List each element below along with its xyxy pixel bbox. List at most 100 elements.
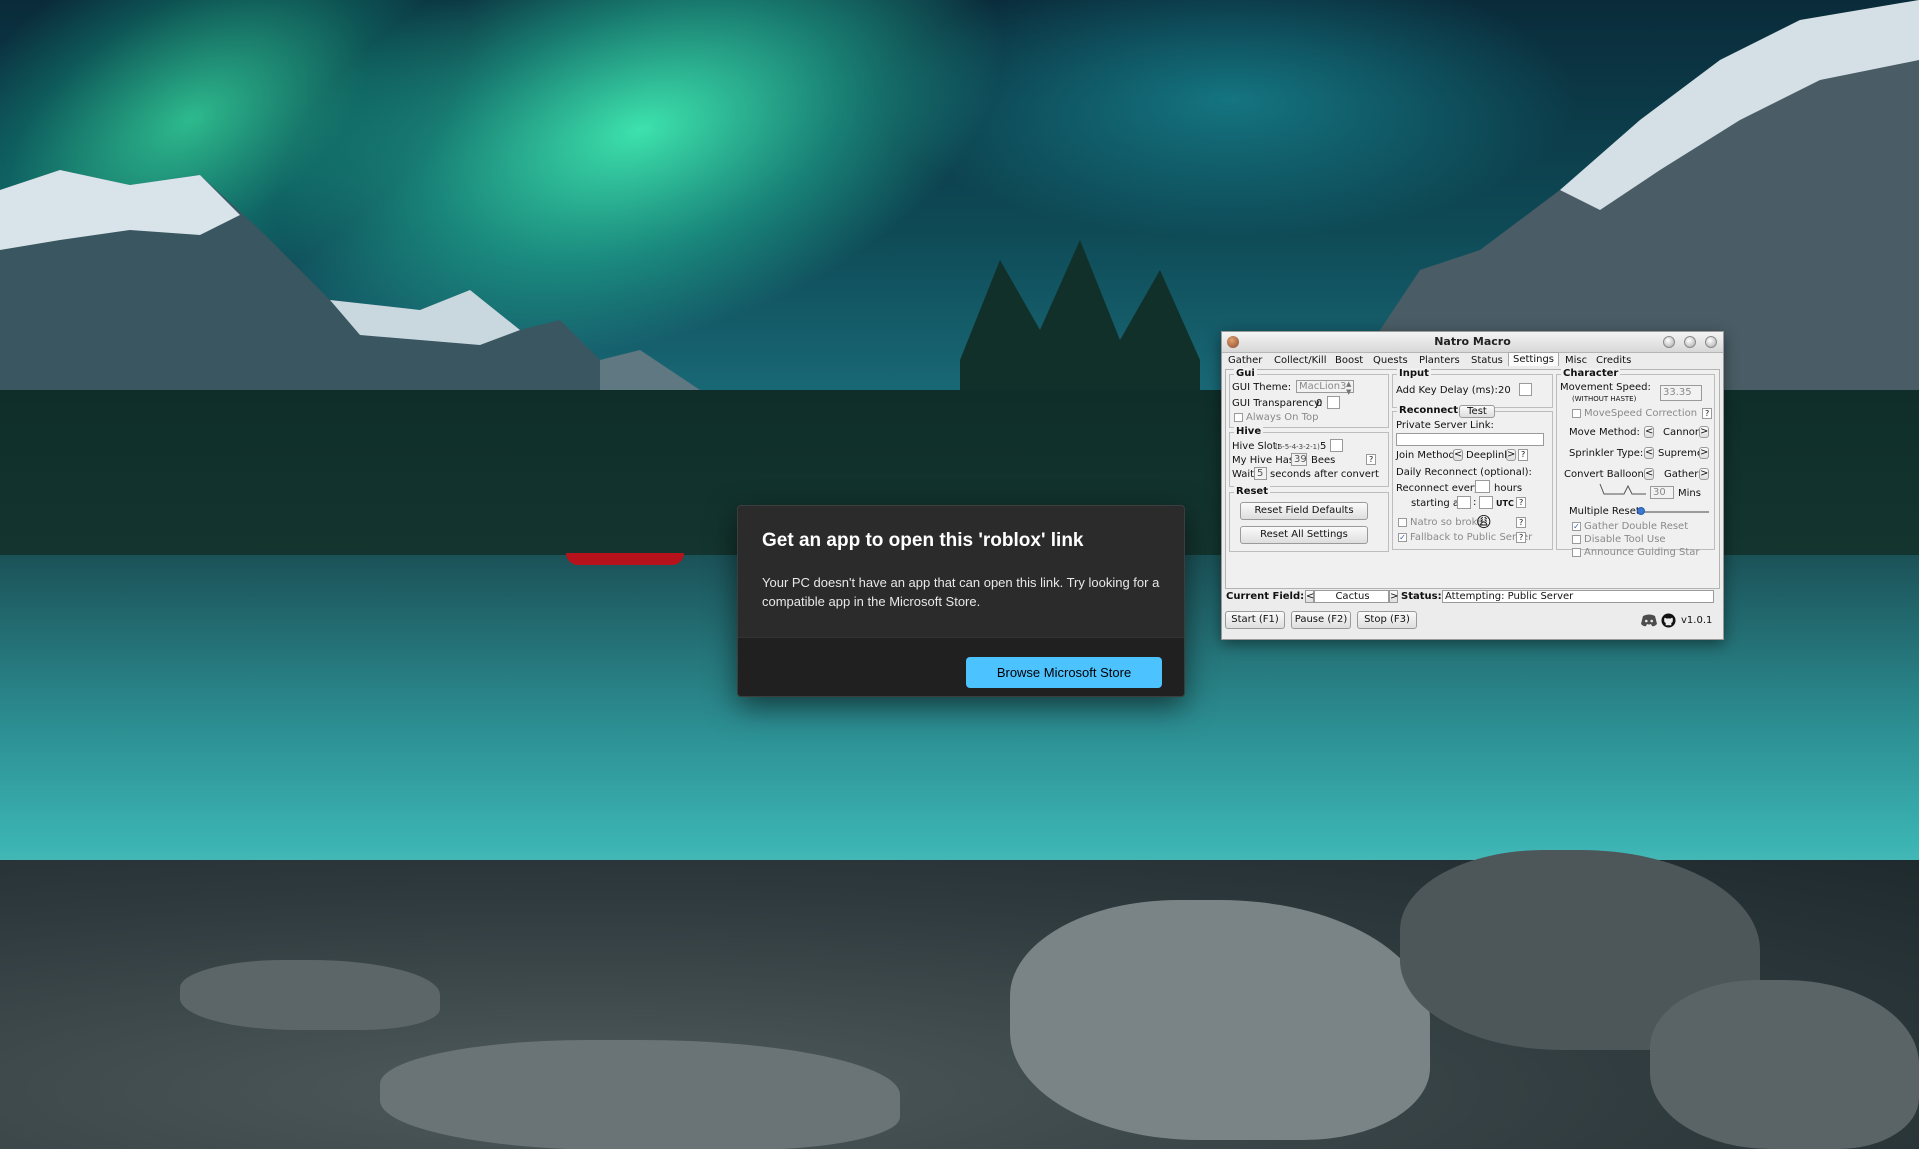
hive-has-label: My Hive Has: [1232,455,1298,466]
movespeed-help-button[interactable]: ? [1702,408,1712,419]
movement-speed-input[interactable]: 33.35 [1660,385,1702,401]
current-field-select[interactable]: Cactus [1314,590,1389,603]
tab-settings[interactable]: Settings [1508,352,1560,366]
hive-bees-label: Bees [1311,455,1336,466]
tab-misc[interactable]: Misc [1565,355,1587,366]
move-method-next-button[interactable]: > [1699,426,1709,438]
start-minute-input[interactable] [1479,496,1493,509]
spin-arrows-icon[interactable]: ▲ ▼ [1346,380,1351,396]
hours-label: hours [1494,483,1523,494]
gui-theme-value: MacLion3 [1299,381,1347,392]
rock [1010,900,1430,1140]
browse-microsoft-store-button[interactable]: Browse Microsoft Store [966,657,1162,688]
window-title: Natro Macro [1434,335,1511,348]
input-group-title: Input [1397,368,1431,379]
tab-gather[interactable]: Gather [1228,355,1262,366]
reconnect-group [1392,411,1553,550]
reconnect-time-help-button[interactable]: ? [1516,497,1526,508]
movespeed-correction-checkbox[interactable] [1572,409,1581,418]
time-colon: : [1473,497,1477,508]
start-button[interactable]: Start (F1) [1225,611,1285,629]
key-delay-value: 20 [1498,385,1511,396]
rock [1650,980,1919,1149]
sprinkler-prev-button[interactable]: < [1644,447,1654,459]
reconnect-every-label: Reconnect every [1396,483,1480,494]
maximize-icon[interactable] [1684,336,1696,348]
join-method-help-button[interactable]: ? [1518,449,1528,461]
natro-broke-help-button[interactable]: ? [1516,517,1526,528]
hive-group-title: Hive [1234,426,1264,437]
gui-transparency-stepper[interactable] [1327,396,1340,409]
convert-balloon-label: Convert Balloon: [1564,469,1648,480]
sprinkler-next-button[interactable]: > [1699,447,1709,459]
tab-status[interactable]: Status [1471,355,1503,366]
starting-at-label: starting at [1411,498,1463,509]
gather-double-reset-label: Gather Double Reset [1584,521,1689,532]
tab-collect-kill[interactable]: Collect/Kill [1274,355,1327,366]
tab-boost[interactable]: Boost [1335,355,1363,366]
title-bar[interactable]: Natro Macro [1222,332,1723,353]
control-bar: Start (F1) Pause (F2) Stop (F3) v1.0.1 [1225,608,1718,634]
gather-double-reset-checkbox[interactable]: ✓ [1572,522,1581,531]
character-group-title: Character [1561,368,1621,379]
hive-slot-stepper[interactable] [1330,439,1343,452]
always-on-top-checkbox[interactable] [1234,413,1243,422]
stop-button[interactable]: Stop (F3) [1357,611,1417,629]
status-value: Attempting: Public Server [1445,591,1574,602]
move-method-prev-button[interactable]: < [1644,426,1654,438]
reconnect-group-title: Reconnect [1397,405,1461,416]
hive-bees-input[interactable]: 39 [1291,453,1307,466]
pause-button[interactable]: Pause (F2) [1291,611,1351,629]
join-method-next-button[interactable]: > [1506,449,1516,461]
multiple-reset-slider-thumb[interactable] [1637,507,1645,515]
disable-tool-use-checkbox[interactable] [1572,535,1581,544]
discord-icon[interactable] [1640,614,1658,628]
status-line: Current Field: < Cactus > Status: Attemp… [1225,590,1718,604]
gui-transparency-label: GUI Transparency: [1232,398,1323,409]
key-delay-stepper[interactable] [1519,383,1532,396]
field-prev-button[interactable]: < [1305,590,1314,603]
announce-guiding-star-checkbox[interactable] [1572,548,1581,557]
start-hour-input[interactable] [1457,496,1471,509]
natro-so-broke-checkbox[interactable] [1398,518,1407,527]
field-next-button[interactable]: > [1389,590,1398,603]
tired-face-icon: 😩 [1476,513,1492,531]
key-delay-label: Add Key Delay (ms): [1396,385,1498,396]
reconnect-test-button[interactable]: Test [1459,405,1495,418]
wait-suffix-label: seconds after convert [1270,469,1379,480]
private-server-input[interactable] [1396,433,1544,446]
movement-speed-value: 33.35 [1663,387,1692,398]
tab-quests[interactable]: Quests [1373,355,1408,366]
close-icon[interactable] [1705,336,1717,348]
wait-seconds-input[interactable]: 5 [1254,467,1267,480]
join-method-prev-button[interactable]: < [1453,449,1463,461]
tab-planters[interactable]: Planters [1419,355,1460,366]
minimize-icon[interactable] [1663,336,1675,348]
natro-macro-window: Natro Macro Gather Collect/Kill Boost Qu… [1221,331,1724,640]
fallback-public-label: Fallback to Public Server [1410,532,1533,543]
wait-seconds-value: 5 [1257,468,1264,479]
balloon-next-button[interactable]: > [1699,468,1709,480]
multiple-reset-slider-track[interactable] [1639,511,1709,513]
hive-bees-value: 39 [1294,454,1307,465]
dialog-title: Get an app to open this 'roblox' link [762,530,1084,551]
natro-so-broke-label: Natro so broke [1410,517,1484,528]
balloon-prev-button[interactable]: < [1644,468,1654,480]
reset-all-settings-button[interactable]: Reset All Settings [1240,526,1368,544]
hive-slot-label: Hive Slot: [1232,441,1281,452]
gui-theme-label: GUI Theme: [1232,382,1292,393]
balloon-mins-input[interactable]: 30 [1650,486,1674,499]
daily-reconnect-label: Daily Reconnect (optional): [1396,467,1532,478]
fallback-public-checkbox[interactable]: ✓ [1398,533,1407,542]
sprinkler-type-label: Sprinkler Type: [1569,448,1644,459]
github-icon[interactable] [1661,613,1676,628]
tab-credits[interactable]: Credits [1596,355,1631,366]
reconnect-hours-input[interactable] [1475,480,1490,493]
version-label: v1.0.1 [1681,615,1713,626]
status-display: Attempting: Public Server [1442,590,1714,603]
fallback-help-button[interactable]: ? [1516,532,1526,543]
gui-group-title: Gui [1234,368,1257,379]
tab-strip: Gather Collect/Kill Boost Quests Planter… [1222,352,1723,369]
hive-help-button[interactable]: ? [1366,454,1376,465]
reset-field-defaults-button[interactable]: Reset Field Defaults [1240,502,1368,520]
